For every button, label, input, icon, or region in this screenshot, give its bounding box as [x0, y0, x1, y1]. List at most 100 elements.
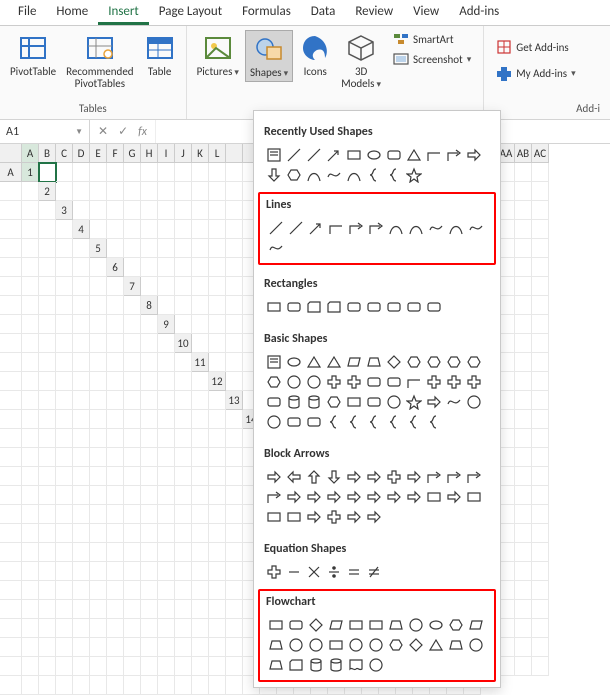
cell[interactable]: [56, 182, 73, 201]
cell[interactable]: [226, 220, 243, 239]
cell[interactable]: [56, 524, 73, 543]
shape-option[interactable]: [344, 372, 363, 391]
shape-option[interactable]: [424, 412, 443, 431]
cell[interactable]: [124, 429, 141, 448]
cell[interactable]: [22, 543, 39, 562]
cell[interactable]: [532, 296, 549, 315]
cell[interactable]: [141, 657, 158, 676]
cell[interactable]: [56, 448, 73, 467]
cell[interactable]: [124, 543, 141, 562]
cell[interactable]: [124, 220, 141, 239]
shape-option[interactable]: [366, 218, 385, 237]
cell[interactable]: [90, 315, 107, 334]
cell[interactable]: [39, 258, 56, 277]
cell[interactable]: [73, 657, 90, 676]
name-box[interactable]: A1▼: [0, 120, 90, 143]
cell[interactable]: [209, 619, 226, 638]
cell[interactable]: [192, 277, 209, 296]
cell[interactable]: [192, 239, 209, 258]
cell[interactable]: [124, 486, 141, 505]
cell[interactable]: [39, 353, 56, 372]
shape-option[interactable]: [264, 467, 283, 486]
shape-option[interactable]: [424, 372, 443, 391]
select-all-corner[interactable]: [0, 144, 22, 163]
cell[interactable]: [39, 467, 56, 486]
cell[interactable]: [515, 448, 532, 467]
cell[interactable]: [141, 600, 158, 619]
cell[interactable]: [209, 524, 226, 543]
shape-option[interactable]: [426, 218, 445, 237]
cell[interactable]: [73, 372, 90, 391]
cell[interactable]: [107, 467, 124, 486]
cell[interactable]: [226, 372, 243, 391]
cell[interactable]: [39, 619, 56, 638]
cell[interactable]: [532, 448, 549, 467]
shape-option[interactable]: [364, 562, 383, 581]
column-header[interactable]: D: [73, 144, 90, 163]
shape-option[interactable]: [444, 352, 463, 371]
shape-option[interactable]: [464, 487, 483, 506]
cell[interactable]: [226, 182, 243, 201]
shape-option[interactable]: [404, 392, 423, 411]
cell[interactable]: [192, 543, 209, 562]
cell[interactable]: [90, 543, 107, 562]
cell[interactable]: [107, 543, 124, 562]
cell[interactable]: [22, 372, 39, 391]
cell[interactable]: [226, 277, 243, 296]
cell[interactable]: [515, 372, 532, 391]
shape-option[interactable]: [364, 467, 383, 486]
cell[interactable]: [73, 619, 90, 638]
cell[interactable]: [192, 657, 209, 676]
cell[interactable]: [0, 429, 22, 448]
cell[interactable]: [56, 315, 73, 334]
shape-option[interactable]: [424, 297, 443, 316]
shape-option[interactable]: [266, 238, 285, 257]
cell[interactable]: [209, 562, 226, 581]
cell[interactable]: [226, 353, 243, 372]
shape-option[interactable]: [326, 218, 345, 237]
shape-option[interactable]: [386, 635, 405, 654]
shape-option[interactable]: [464, 372, 483, 391]
cell[interactable]: [107, 353, 124, 372]
shape-option[interactable]: [304, 392, 323, 411]
cell[interactable]: [22, 600, 39, 619]
shape-option[interactable]: [346, 635, 365, 654]
cell[interactable]: [192, 391, 209, 410]
cell[interactable]: [73, 163, 90, 182]
cell[interactable]: [141, 353, 158, 372]
cell[interactable]: [532, 220, 549, 239]
cell[interactable]: [158, 201, 175, 220]
cell[interactable]: [56, 220, 73, 239]
tab-addins[interactable]: Add-ins: [449, 0, 509, 25]
shape-option[interactable]: [384, 165, 403, 184]
cell[interactable]: [515, 353, 532, 372]
table-button[interactable]: Table: [140, 30, 180, 92]
cell[interactable]: [22, 296, 39, 315]
cell[interactable]: [124, 163, 141, 182]
cell[interactable]: [22, 258, 39, 277]
cell[interactable]: [532, 638, 549, 657]
cell[interactable]: [124, 505, 141, 524]
cell[interactable]: [56, 277, 73, 296]
shape-option[interactable]: [464, 352, 483, 371]
shape-option[interactable]: [266, 218, 285, 237]
shape-option[interactable]: [304, 297, 323, 316]
cell[interactable]: [209, 410, 226, 429]
shape-option[interactable]: [426, 615, 445, 634]
cell[interactable]: [124, 638, 141, 657]
cell[interactable]: [22, 410, 39, 429]
shape-option[interactable]: [364, 145, 383, 164]
cell[interactable]: [90, 448, 107, 467]
cell[interactable]: [226, 486, 243, 505]
cell[interactable]: [532, 524, 549, 543]
cell[interactable]: [73, 638, 90, 657]
cell[interactable]: [141, 467, 158, 486]
cell[interactable]: [141, 410, 158, 429]
shape-option[interactable]: [264, 297, 283, 316]
shape-option[interactable]: [284, 562, 303, 581]
cell[interactable]: [515, 334, 532, 353]
cell[interactable]: [158, 676, 175, 695]
cell[interactable]: [192, 163, 209, 182]
get-addins-button[interactable]: Get Add-ins: [494, 38, 600, 56]
shape-option[interactable]: [304, 372, 323, 391]
